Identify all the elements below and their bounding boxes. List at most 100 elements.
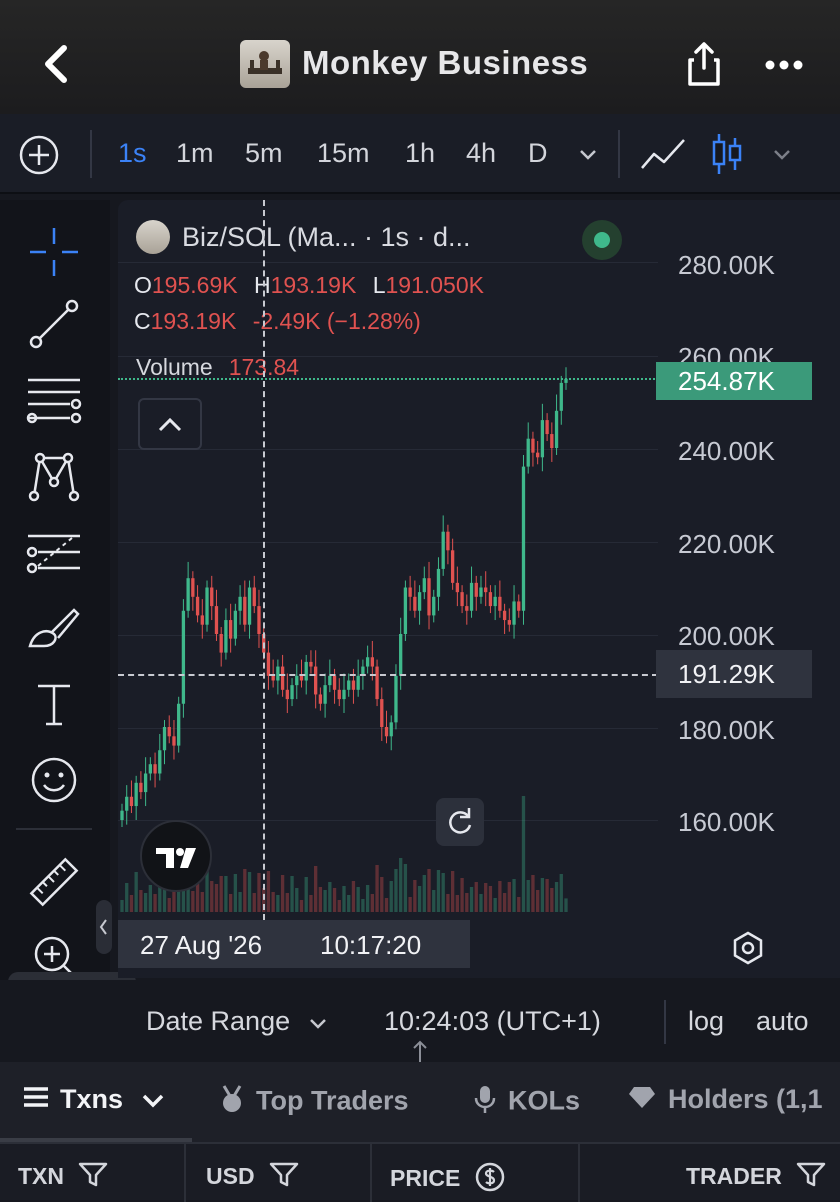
candle-body — [238, 596, 242, 611]
ruler-icon[interactable] — [24, 852, 84, 912]
volume-bar — [271, 892, 275, 912]
candle-body — [403, 587, 408, 634]
volume-bar — [125, 883, 129, 912]
date-range-label: Date Range — [146, 1006, 291, 1036]
candle-body — [224, 620, 228, 653]
tab-txns[interactable]: Txns — [22, 1084, 165, 1116]
candles-icon[interactable] — [710, 132, 744, 176]
tradingview-logo[interactable] — [140, 820, 212, 892]
volume-bar — [280, 875, 285, 912]
timeframe-15m[interactable]: 15m — [317, 138, 370, 169]
text-icon[interactable] — [24, 674, 84, 734]
date-range-button[interactable]: Date Range — [146, 1006, 328, 1038]
crosshair-icon[interactable] — [24, 222, 84, 282]
column-price[interactable]: PRICE — [390, 1162, 505, 1198]
clock-label[interactable]: 10:24:03 (UTC+1) — [384, 1006, 601, 1037]
share-icon[interactable] — [686, 40, 722, 88]
candle-body — [129, 796, 134, 807]
candle-body — [441, 531, 445, 569]
volume-bar — [493, 898, 497, 912]
volume-label: Volume — [136, 354, 213, 380]
high-value: 193.19K — [270, 272, 357, 298]
volume-bar — [436, 870, 441, 912]
candle-body — [512, 601, 516, 625]
candle-body — [134, 782, 138, 807]
divider — [578, 1144, 580, 1202]
tab-top-traders[interactable]: Top Traders — [218, 1084, 409, 1121]
candle-body — [554, 410, 559, 448]
back-icon[interactable] — [38, 44, 74, 84]
price-chart[interactable]: Biz/SOL (Ma... · 1s · d... O195.69K H193… — [118, 200, 840, 978]
price-tick: 160.00K — [678, 807, 775, 837]
volume-bar — [408, 897, 412, 912]
candle-body — [219, 634, 223, 653]
collapse-toolbar-icon[interactable] — [96, 900, 112, 954]
forecast-icon[interactable] — [24, 522, 84, 582]
timeframe-5m[interactable]: 5m — [245, 138, 283, 169]
add-indicator-icon[interactable] — [18, 134, 60, 176]
volume-bar — [512, 879, 516, 912]
candle-body — [125, 796, 129, 811]
volume-bar — [210, 881, 214, 912]
timeframe-1m[interactable]: 1m — [176, 138, 214, 169]
column-txn[interactable]: TXN — [18, 1162, 108, 1194]
candle-body — [347, 680, 351, 690]
chevron-down-icon[interactable] — [578, 148, 598, 162]
volume-bar — [266, 871, 271, 912]
column-usd[interactable]: USD — [206, 1162, 299, 1194]
volume-bar — [488, 886, 493, 912]
fib-lines-icon[interactable] — [24, 370, 84, 430]
last-price-badge: 254.87K — [656, 362, 812, 400]
tab-holders[interactable]: Holders (1,1 — [628, 1084, 823, 1116]
column-trader[interactable]: TRADER — [686, 1162, 826, 1194]
timeframe-4h[interactable]: 4h — [466, 138, 496, 169]
candle-body — [351, 680, 356, 690]
candle-body — [375, 666, 379, 700]
drawing-tools-panel — [0, 200, 112, 1060]
volume-bar — [479, 894, 483, 912]
auto-scale-toggle[interactable]: auto — [756, 1006, 809, 1037]
legend-symbol[interactable]: Biz/SOL (Ma... · 1s · d... — [182, 222, 471, 253]
timeframe-1s[interactable]: 1s — [118, 138, 147, 169]
candle-body — [177, 703, 181, 746]
tab-kols[interactable]: KOLs — [474, 1084, 580, 1121]
change-value: -2.49K (−1.28%) — [252, 308, 421, 334]
volume-bar — [540, 878, 545, 912]
timeframe-1h[interactable]: 1h — [405, 138, 435, 169]
volume-bar — [129, 895, 134, 912]
log-scale-toggle[interactable]: log — [688, 1006, 724, 1037]
candle-body — [191, 578, 195, 597]
tab-kols-label: KOLs — [508, 1085, 581, 1116]
low-label: L — [372, 272, 386, 298]
volume-bar — [450, 871, 455, 912]
emoji-icon[interactable] — [24, 750, 84, 810]
collapse-legend-button[interactable] — [138, 398, 202, 450]
microphone-icon — [474, 1084, 496, 1121]
candle-body — [550, 434, 554, 448]
reset-chart-button[interactable] — [436, 798, 484, 846]
chevron-down-icon[interactable] — [772, 148, 792, 162]
line-chart-icon[interactable] — [640, 136, 686, 172]
timeframe-d[interactable]: D — [528, 138, 548, 169]
chevron-down-icon — [308, 1007, 328, 1038]
ohlc-row-2: C193.19K -2.49K (−1.28%) — [134, 308, 421, 335]
medal-icon — [218, 1084, 246, 1121]
more-icon[interactable] — [764, 58, 804, 70]
volume-bar — [517, 897, 521, 912]
candle-body — [465, 606, 469, 611]
candle-body — [295, 675, 299, 686]
candle-body — [167, 727, 171, 737]
pattern-icon[interactable] — [24, 446, 84, 506]
volume-bar — [380, 877, 384, 912]
volume-bar — [290, 876, 294, 912]
candle-body — [148, 764, 152, 774]
brush-icon[interactable] — [24, 598, 84, 658]
volume-bar — [498, 881, 502, 912]
volume-bar — [521, 796, 526, 912]
settings-icon[interactable] — [730, 930, 766, 966]
candle-body — [342, 689, 346, 700]
candle-body — [380, 699, 384, 727]
trend-line-icon[interactable] — [24, 294, 84, 354]
candle-body — [432, 596, 436, 616]
volume-bar — [143, 893, 148, 912]
